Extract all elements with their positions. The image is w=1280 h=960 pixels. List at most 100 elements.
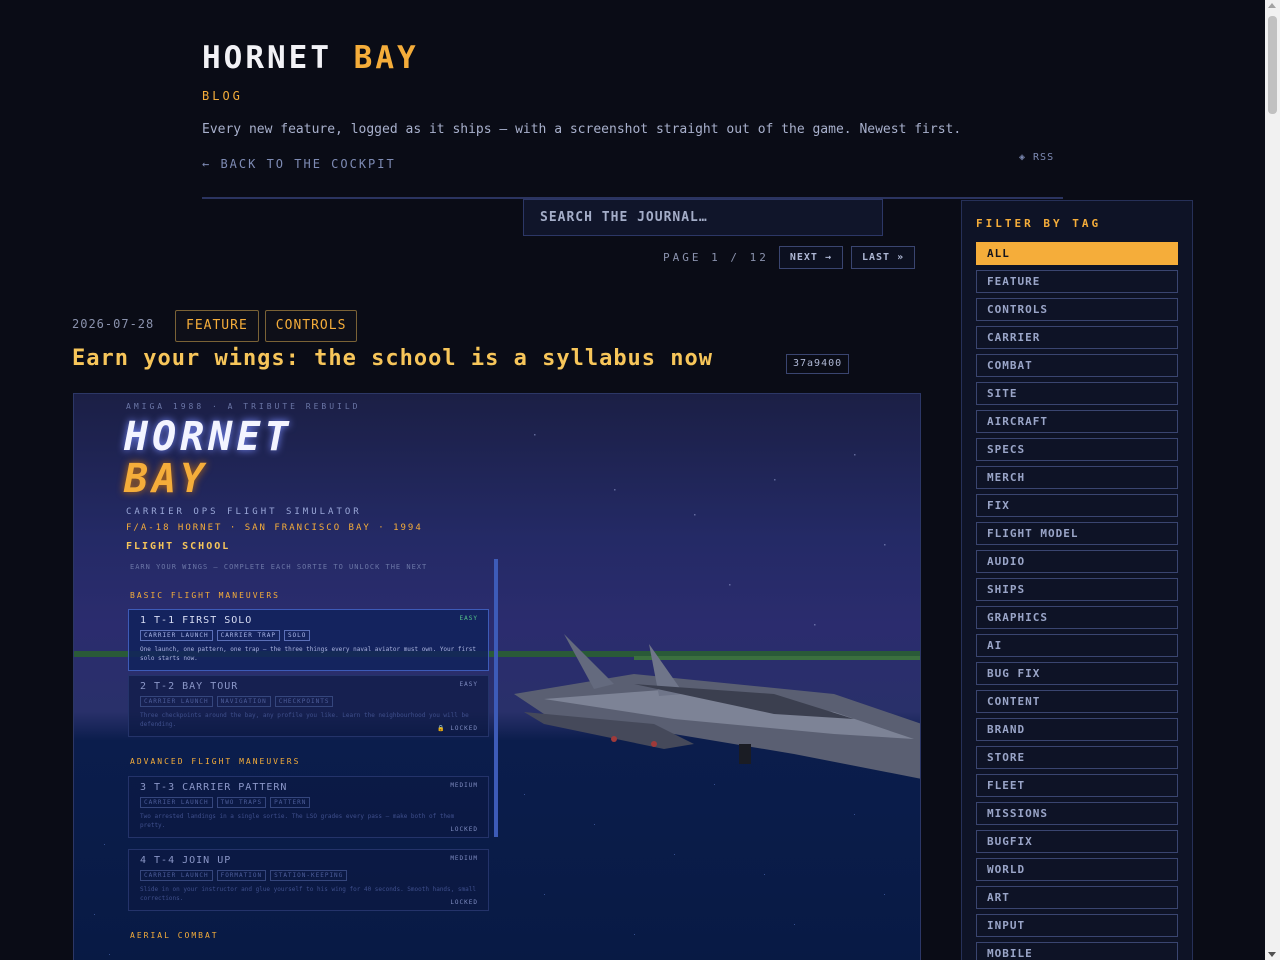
filter-title: FILTER BY TAG — [976, 217, 1102, 230]
tag-filter-mobile[interactable]: MOBILE — [976, 942, 1178, 960]
lesson-card: 4 T-4 JOIN UP MEDIUM CARRIER LAUNCH FORM… — [128, 849, 489, 911]
lesson-title: 3 T-3 CARRIER PATTERN — [140, 782, 288, 793]
lesson-chips: CARRIER LAUNCH FORMATION STATION-KEEPING — [140, 870, 348, 881]
tag-filter-bug-fix[interactable]: BUG FIX — [976, 662, 1178, 685]
search-input[interactable] — [523, 199, 883, 236]
lesson-chips: CARRIER LAUNCH CARRIER TRAP SOLO — [140, 630, 311, 641]
flight-school-title: FLIGHT SCHOOL — [126, 541, 231, 552]
lesson-title: 2 T-2 BAY TOUR — [140, 681, 239, 692]
tag-filter-ai[interactable]: AI — [976, 634, 1178, 657]
page-indicator: PAGE 1 / 12 — [663, 250, 769, 264]
commit-hash-badge[interactable]: 37a9400 — [786, 354, 850, 374]
rss-link[interactable]: ◈ RSS — [1019, 152, 1054, 163]
tag-filter-missions[interactable]: MISSIONS — [976, 802, 1178, 825]
tag-filter-input[interactable]: INPUT — [976, 914, 1178, 937]
lesson-description: Two arrested landings in a single sortie… — [140, 813, 455, 829]
post-tag[interactable]: FEATURE — [175, 310, 259, 342]
tag-filter-store[interactable]: STORE — [976, 746, 1178, 769]
back-to-cockpit-link[interactable]: ← BACK TO THE COCKPIT — [202, 157, 396, 171]
last-page-button[interactable]: LAST » — [850, 245, 916, 269]
lesson-chips: CARRIER LAUNCH TWO TRAPS PATTERN — [140, 797, 311, 808]
tag-filter-world[interactable]: WORLD — [976, 858, 1178, 881]
screenshot-kicker: AMIGA 1988 · A TRIBUTE REBUILD — [126, 402, 361, 411]
tag-filter-specs[interactable]: SPECS — [976, 438, 1178, 461]
lesson-lock: LOCKED — [450, 826, 478, 833]
tag-filter-panel: FILTER BY TAG ALL FEATURE CONTROLS CARRIER C… — [961, 200, 1193, 960]
scrollbar-thumb[interactable] — [1268, 16, 1277, 114]
section-heading: BASIC FLIGHT MANEUVERS — [130, 591, 280, 600]
screenshot-subtitle-1: CARRIER OPS FLIGHT SIMULATOR — [126, 507, 362, 517]
section-heading: AERIAL COMBAT — [130, 931, 219, 940]
lesson-card: 2 T-2 BAY TOUR EASY CARRIER LAUNCH NAVIG… — [128, 675, 489, 737]
lesson-description: Slide in on your instructor and glue you… — [140, 886, 476, 902]
post-tag[interactable]: CONTROLS — [264, 310, 358, 342]
screenshot-scrollbar — [494, 559, 498, 837]
lesson-chips: CARRIER LAUNCH NAVIGATION CHECKPOINTS — [140, 696, 334, 707]
brand-word-1: HORNET — [202, 40, 332, 76]
screenshot-subtitle-2: F/A-18 HORNET · SAN FRANCISCO BAY · 1994 — [126, 523, 423, 533]
lesson-chip: CARRIER TRAP — [216, 630, 280, 641]
lesson-title: 4 T-4 JOIN UP — [140, 855, 232, 866]
site-brand[interactable]: HORNET BAY — [202, 40, 419, 76]
tag-list: ALL FEATURE CONTROLS CARRIER COMBAT SITE AIRCR… — [976, 242, 1179, 960]
lesson-chip: CHECKPOINTS — [274, 696, 334, 707]
tag-filter-aircraft[interactable]: AIRCRAFT — [976, 410, 1178, 433]
tag-filter-fix[interactable]: FIX — [976, 494, 1178, 517]
tag-filter-merch[interactable]: MERCH — [976, 466, 1178, 489]
tag-filter-controls[interactable]: CONTROLS — [976, 298, 1178, 321]
scroll-down-arrow-icon[interactable] — [1268, 952, 1276, 957]
tag-filter-all[interactable]: ALL — [976, 242, 1178, 265]
lesson-chip: SOLO — [283, 630, 311, 641]
lesson-description: One launch, one pattern, one trap — the … — [140, 646, 476, 662]
pagination: PAGE 1 / 12 NEXT → LAST » — [663, 245, 916, 269]
tag-filter-ships[interactable]: SHIPS — [976, 578, 1178, 601]
lesson-chip: NAVIGATION — [216, 696, 271, 707]
lesson-chip: PATTERN — [270, 797, 311, 808]
lesson-title: 1 T-1 FIRST SOLO — [140, 615, 253, 626]
post-screenshot[interactable]: AMIGA 1988 · A TRIBUTE REBUILD HORNET BA… — [73, 393, 921, 960]
lesson-difficulty: MEDIUM — [450, 782, 478, 789]
tag-filter-feature[interactable]: FEATURE — [976, 270, 1178, 293]
tag-filter-graphics[interactable]: GRAPHICS — [976, 606, 1178, 629]
lesson-lock: LOCKED — [450, 899, 478, 906]
lesson-difficulty: MEDIUM — [450, 855, 478, 862]
tag-filter-flight-model[interactable]: FLIGHT MODEL — [976, 522, 1178, 545]
tag-filter-combat[interactable]: COMBAT — [976, 354, 1178, 377]
lesson-chip: STATION-KEEPING — [270, 870, 348, 881]
tag-filter-art[interactable]: ART — [976, 886, 1178, 909]
brand-word-2: BAY — [353, 40, 419, 76]
tag-filter-site[interactable]: SITE — [976, 382, 1178, 405]
lesson-chip: CARRIER LAUNCH — [140, 630, 213, 641]
post-date: 2026-07-28 — [72, 317, 155, 331]
lesson-chip: CARRIER LAUNCH — [140, 696, 213, 707]
scroll-up-arrow-icon[interactable] — [1268, 3, 1276, 8]
section-heading: ADVANCED FLIGHT MANEUVERS — [130, 757, 301, 766]
next-page-button[interactable]: NEXT → — [778, 245, 843, 269]
blog-tagline: Every new feature, logged as it ships — … — [202, 122, 962, 137]
screenshot-logo-line-1: HORNET — [124, 414, 293, 460]
post-title[interactable]: Earn your wings: the school is a syllabu… — [72, 346, 713, 371]
lesson-card: 3 T-3 CARRIER PATTERN MEDIUM CARRIER LAU… — [128, 776, 489, 838]
lesson-difficulty: EASY — [459, 681, 478, 688]
stars — [534, 434, 886, 626]
flight-school-hint: EARN YOUR WINGS — COMPLETE EACH SORTIE T… — [130, 563, 428, 571]
lesson-chip: TWO TRAPS — [216, 797, 267, 808]
section-label: BLOG — [202, 89, 243, 103]
tag-filter-bugfix[interactable]: BUGFIX — [976, 830, 1178, 853]
tag-filter-carrier[interactable]: CARRIER — [976, 326, 1178, 349]
horizon-land-far — [634, 656, 920, 660]
lesson-card: 1 T-1 FIRST SOLO EASY CARRIER LAUNCH CAR… — [128, 609, 489, 671]
lesson-lock: 🔒 LOCKED — [437, 725, 478, 732]
screenshot-logo-line-2: BAY — [124, 456, 209, 502]
tag-filter-fleet[interactable]: FLEET — [976, 774, 1178, 797]
lesson-chip: CARRIER LAUNCH — [140, 797, 213, 808]
lesson-difficulty: EASY — [459, 615, 478, 622]
tag-filter-audio[interactable]: AUDIO — [976, 550, 1178, 573]
lesson-chip: CARRIER LAUNCH — [140, 870, 213, 881]
post-tags: FEATURE CONTROLS — [175, 310, 358, 342]
tag-filter-content[interactable]: CONTENT — [976, 690, 1178, 713]
lesson-description: Three checkpoints around the bay, any pr… — [140, 712, 469, 728]
lesson-chip: FORMATION — [216, 870, 267, 881]
tag-filter-brand[interactable]: BRAND — [976, 718, 1178, 741]
page-scrollbar[interactable] — [1265, 0, 1280, 960]
